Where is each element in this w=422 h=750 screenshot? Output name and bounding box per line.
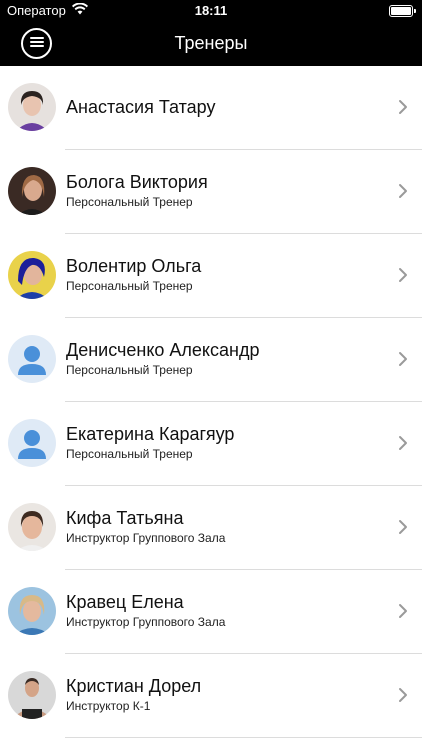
avatar	[8, 587, 56, 635]
status-bar: Оператор 18:11	[0, 0, 422, 22]
battery-icon	[389, 5, 416, 17]
trainer-row[interactable]: Бологa Виктория Персональный Тренер	[0, 150, 422, 234]
trainer-name: Волентир Ольга	[66, 256, 202, 276]
chevron-right-icon	[398, 687, 408, 703]
trainer-role: Инструктор Группового Зала	[66, 531, 226, 545]
trainer-role: Персональный Тренер	[66, 447, 193, 461]
trainer-role: Инструктор К-1	[66, 699, 151, 713]
status-time: 18:11	[194, 3, 228, 18]
chevron-right-icon	[398, 603, 408, 619]
chevron-right-icon	[398, 267, 408, 283]
trainer-row[interactable]: Анастасия Татару	[0, 66, 422, 150]
trainer-row[interactable]: Кифа Татьяна Инструктор Группового Зала	[0, 486, 422, 570]
chevron-right-icon	[398, 99, 408, 115]
avatar-placeholder-icon	[8, 419, 56, 467]
chevron-right-icon	[398, 435, 408, 451]
navigation-bar: Тренеры	[0, 22, 422, 66]
trainer-row[interactable]: Кристиан Дорел Инструктор К-1	[0, 654, 422, 738]
avatar	[8, 83, 56, 131]
trainer-role: Персональный Тренер	[66, 195, 193, 209]
trainer-row[interactable]: Екатерина Карагяур Персональный Тренер	[0, 402, 422, 486]
trainer-name: Екатерина Карагяур	[66, 424, 235, 444]
avatar	[8, 251, 56, 299]
trainer-row[interactable]: Волентир Ольга Персональный Тренер	[0, 234, 422, 318]
trainer-name: Кристиан Дорел	[66, 676, 202, 696]
trainer-list: Анастасия Татару Бологa Виктория Персона…	[0, 66, 422, 738]
chevron-right-icon	[398, 351, 408, 367]
trainer-role: Персональный Тренер	[66, 363, 193, 377]
trainer-row[interactable]: Денисченко Александр Персональный Тренер	[0, 318, 422, 402]
trainer-role: Инструктор Группового Зала	[66, 615, 226, 629]
trainer-role: Персональный Тренер	[66, 279, 193, 293]
trainer-name: Анастасия Татару	[66, 97, 216, 117]
row-divider	[65, 737, 422, 738]
avatar	[8, 167, 56, 215]
avatar	[8, 503, 56, 551]
avatar-placeholder-icon	[8, 335, 56, 383]
chevron-right-icon	[398, 183, 408, 199]
avatar	[8, 671, 56, 719]
chevron-right-icon	[398, 519, 408, 535]
trainer-name: Бологa Виктория	[66, 172, 208, 192]
trainer-row[interactable]: Кравец Елена Инструктор Группового Зала	[0, 570, 422, 654]
page-title: Тренеры	[174, 33, 248, 53]
trainer-name: Кифа Татьяна	[66, 508, 184, 528]
trainer-name: Кравец Елена	[66, 592, 184, 612]
trainer-name: Денисченко Александр	[66, 340, 260, 360]
